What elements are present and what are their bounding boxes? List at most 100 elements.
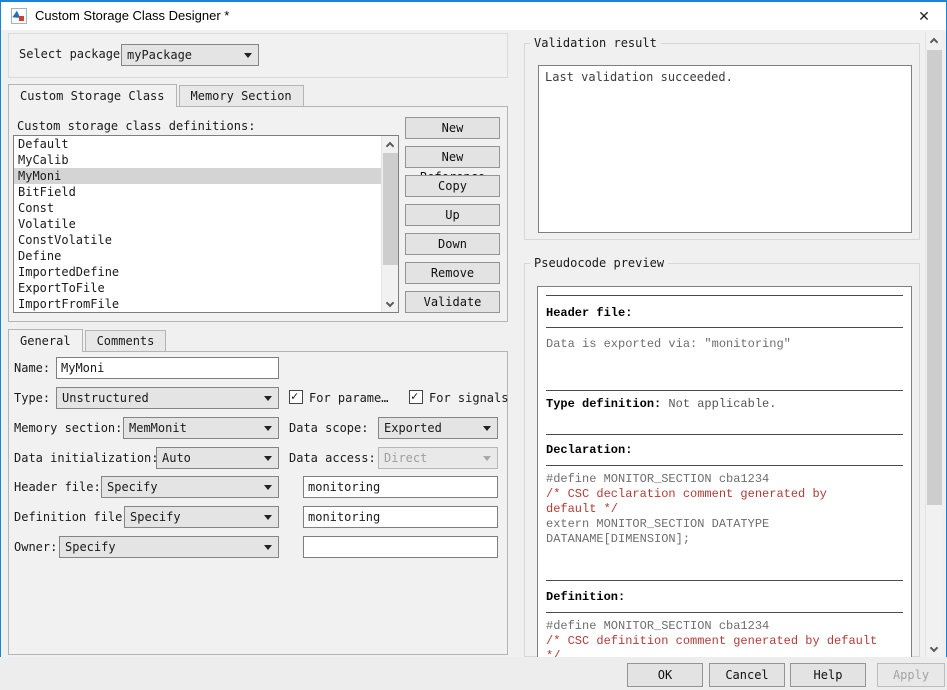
new-button[interactable]: New [405,117,500,139]
scroll-up-button[interactable] [926,32,942,48]
divider [546,327,903,328]
dropdown-arrow-icon [483,456,491,461]
list-item[interactable]: ImportFromFile [14,296,382,312]
validate-button[interactable]: Validate [405,291,500,313]
type-label: Type: [14,391,51,405]
divider [546,465,903,466]
owner-label: Owner: [14,540,58,554]
list-item[interactable]: BitField [14,184,382,200]
close-icon: ✕ [918,8,930,24]
list-scrollbar[interactable] [381,136,398,312]
csc-listbox[interactable]: Default MyCalib MyMoni BitField Const Vo… [13,135,399,313]
apply-button[interactable]: Apply [877,663,945,687]
list-item[interactable]: ConstVolatile [14,232,382,248]
for-signals-checkbox[interactable]: ✓ [409,389,423,404]
custom-storage-class-designer-window: Custom Storage Class Designer * ✕ Select… [0,0,947,690]
scroll-up-button[interactable] [382,136,398,152]
help-button[interactable]: Help [790,663,866,687]
for-parameters-checkbox[interactable]: ✓ [289,389,303,404]
header-file-input[interactable] [303,476,498,498]
validation-result-box[interactable]: Last validation succeeded. [538,65,912,233]
list-item[interactable]: MyCalib [14,152,382,168]
tab-custom-storage-class[interactable]: Custom Storage Class [8,84,177,107]
owner-mode-value: Specify [65,540,116,554]
list-item-selected[interactable]: MyMoni [14,168,382,184]
pseudocode-box: Header file: Data is exported via: "moni… [537,286,912,658]
owner-mode-combo[interactable]: Specify [59,536,279,558]
dropdown-arrow-icon [264,396,272,401]
window-accent-border [0,2,1,657]
validation-group-label: Validation result [530,36,661,50]
list-item[interactable]: ImportedDefine [14,264,382,280]
window-title: Custom Storage Class Designer * [35,8,230,23]
dropdown-arrow-icon [264,485,272,490]
scroll-down-button[interactable] [382,296,398,312]
right-panel-scrollbar[interactable] [925,32,942,657]
data-scope-label: Data scope: [289,421,369,435]
list-item[interactable]: ExportToFile [14,280,382,296]
ok-button[interactable]: OK [627,663,703,687]
owner-input[interactable] [303,536,498,558]
pseudocode-declaration-heading: Declaration: [546,443,633,457]
pseudocode-header-file-text: Data is exported via: "monitoring" [546,337,791,351]
data-initialization-label: Data initialization: [14,451,159,465]
divider [546,580,903,581]
titlebar: Custom Storage Class Designer * ✕ [1,2,946,30]
dropdown-arrow-icon [483,426,491,431]
type-combo[interactable]: Unstructured [56,387,279,409]
cancel-button[interactable]: Cancel [709,663,785,687]
list-item[interactable]: Const [14,200,382,216]
validation-message: Last validation succeeded. [545,70,733,84]
new-reference-button[interactable]: New Reference [405,146,500,184]
scroll-down-button[interactable] [926,641,942,657]
header-file-mode-combo[interactable]: Specify [101,476,279,498]
scrollbar-thumb[interactable] [383,153,398,265]
pseudocode-group: Pseudocode preview Header file: Data is … [524,256,920,658]
close-button[interactable]: ✕ [908,2,940,30]
data-scope-combo[interactable]: Exported [378,417,498,439]
pseudocode-header-file-heading: Header file: [546,306,633,320]
package-combo[interactable]: myPackage [121,44,259,66]
main-tabs: Custom Storage Class Memory Section [8,84,306,107]
data-access-label: Data access: [289,451,376,465]
tab-memory-section[interactable]: Memory Section [178,85,304,106]
footer-bar: OK Cancel Help Apply [0,657,947,690]
name-input[interactable] [56,357,279,379]
dropdown-arrow-icon [264,426,272,431]
package-label: Select package: [19,47,128,61]
remove-button[interactable]: Remove [405,262,500,284]
validation-group: Validation result Last validation succee… [524,36,920,240]
definition-file-mode-combo[interactable]: Specify [124,506,279,528]
pseudocode-type-definition-text: Not applicable. [661,397,777,411]
tab-comments[interactable]: Comments [84,330,167,351]
down-button[interactable]: Down [405,233,500,255]
list-item[interactable]: Volatile [14,216,382,232]
pseudocode-type-definition-heading: Type definition: [546,397,662,411]
data-scope-combo-value: Exported [384,421,442,435]
data-initialization-combo[interactable]: Auto [156,447,279,469]
data-access-combo-value: Direct [384,451,428,465]
for-signals-label: For signals [429,391,509,405]
list-item[interactable]: Default [14,136,382,152]
list-item[interactable]: Define [14,248,382,264]
up-button[interactable]: Up [405,204,500,226]
scrollbar-thumb[interactable] [927,50,942,505]
divider [546,390,903,391]
tab-general[interactable]: General [8,329,83,352]
copy-button[interactable]: Copy [405,175,500,197]
csc-definitions-label: Custom storage class definitions: [17,119,256,133]
dropdown-arrow-icon [264,456,272,461]
pseudocode-group-label: Pseudocode preview [530,256,669,270]
header-file-label: Header file: [14,480,101,494]
dropdown-arrow-icon [264,545,272,550]
chevron-down-icon [385,298,395,307]
chevron-down-icon [929,643,939,652]
memory-section-combo[interactable]: MemMonit [123,417,279,439]
definition-file-input[interactable] [303,506,498,528]
checkmark-icon: ✓ [411,389,419,403]
app-icon [11,8,27,24]
data-access-combo: Direct [378,447,498,469]
header-file-mode-value: Specify [107,480,158,494]
definition-file-mode-value: Specify [130,510,181,524]
chevron-up-icon [385,141,395,150]
